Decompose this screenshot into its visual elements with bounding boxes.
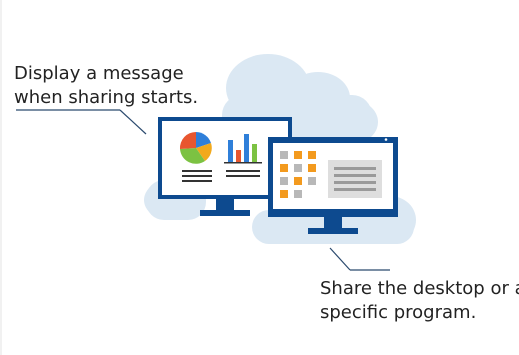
callout-display-message-line2: when sharing starts. xyxy=(14,87,199,108)
left-monitor-neck xyxy=(216,199,234,211)
pie-caption-lines xyxy=(182,170,212,182)
callout-share-desktop: Share the desktop or a specific program. xyxy=(320,277,519,325)
program-window-icon xyxy=(328,160,382,198)
pie-chart-icon xyxy=(179,131,212,164)
callout-share-desktop-line1: Share the desktop or a xyxy=(320,278,519,299)
bar-4 xyxy=(252,144,257,162)
left-monitor-base xyxy=(200,210,250,216)
leader-line-bottom xyxy=(329,247,390,271)
right-monitor-base xyxy=(308,228,358,234)
window-close-dot xyxy=(384,138,388,141)
leader-line-top xyxy=(16,109,147,135)
callout-display-message-line1: Display a message xyxy=(14,63,184,84)
callout-share-desktop-line2: specific program. xyxy=(320,302,477,323)
bar-baseline xyxy=(224,162,262,164)
right-monitor-neck xyxy=(324,217,342,229)
sharing-illustration: Display a message when sharing starts. S… xyxy=(0,0,519,355)
bar-2 xyxy=(236,150,241,162)
bar-1 xyxy=(228,140,233,162)
callout-display-message: Display a message when sharing starts. xyxy=(14,62,198,110)
bar-3 xyxy=(244,134,249,162)
